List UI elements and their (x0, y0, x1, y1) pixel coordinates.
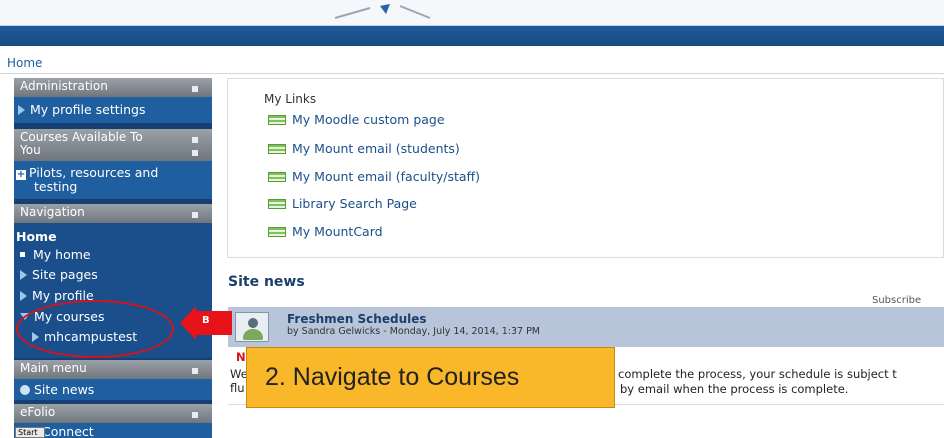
main-menu-block: Site news (14, 379, 212, 400)
link-icon (268, 172, 286, 182)
post-text-line: complete the process, your schedule is s… (618, 367, 897, 381)
nav-home-link[interactable]: Home (16, 229, 57, 244)
efolio-block-header[interactable]: eFolio (14, 404, 212, 431)
navigation-block-header[interactable]: Navigation (14, 204, 212, 231)
my-links-title: My Links (264, 92, 317, 106)
courses-available-block: + Pilots, resources and testing (14, 161, 212, 199)
link-my-mountcard[interactable]: My MountCard (268, 224, 383, 239)
avatar (235, 312, 269, 342)
start-button[interactable]: Start (15, 427, 45, 438)
efolio-title: eFolio (20, 405, 56, 419)
link-label: My Mount email (faculty/staff) (292, 169, 481, 184)
sidebar-item-pilots[interactable]: + Pilots, resources and (16, 165, 158, 180)
nav-item-site-pages[interactable]: Site pages (20, 267, 98, 282)
expand-plus-icon: + (16, 169, 26, 180)
site-news-heading: Site news (228, 274, 305, 290)
block-controls-icon[interactable] (192, 82, 206, 105)
link-my-mount-email-students[interactable]: My Mount email (students) (268, 141, 460, 156)
globe-icon (20, 385, 30, 395)
logo-fragment-icon (334, 4, 431, 19)
sidebar-item-label: Pilots, resources and (29, 165, 159, 180)
link-label: My Mount email (students) (292, 141, 460, 156)
nav-label: Site pages (32, 267, 98, 282)
post-text-line: by email when the process is complete. (620, 382, 849, 396)
block-controls-icon[interactable] (192, 408, 206, 431)
sidebar-item-my-profile-settings[interactable]: My profile settings (18, 102, 145, 117)
block-controls-icon[interactable] (192, 364, 206, 387)
sidebar-item-label: Site news (34, 382, 95, 397)
block-controls-icon[interactable] (192, 133, 206, 156)
sidebar-item-connect[interactable]: Connect (42, 424, 94, 438)
arrow-label: B (202, 315, 210, 326)
administration-block-header[interactable]: Administration (14, 78, 212, 105)
callout-text: 2. Navigate to Courses (265, 363, 520, 391)
sidebar-item-site-news[interactable]: Site news (20, 382, 94, 397)
nav-label: My home (33, 247, 91, 262)
courses-available-title-line2: You (20, 143, 41, 157)
link-my-moodle-custom-page[interactable]: My Moodle custom page (268, 112, 445, 127)
subscribe-link[interactable]: Subscribe (872, 295, 921, 306)
navigation-title: Navigation (20, 205, 85, 219)
sidebar-item-label: My profile settings (30, 102, 146, 117)
news-post-byline: by Sandra Gelwicks - Monday, July 14, 20… (287, 326, 540, 337)
link-library-search-page[interactable]: Library Search Page (268, 196, 417, 211)
main-menu-block-header[interactable]: Main menu (14, 360, 212, 387)
highlight-ellipse (16, 300, 174, 358)
breadcrumb-home-link[interactable]: Home (7, 56, 42, 70)
link-label: My MountCard (292, 224, 383, 239)
link-label: My Moodle custom page (292, 112, 445, 127)
sidebar: Administration My profile settings Cours… (14, 78, 212, 438)
bullet-icon (20, 252, 25, 257)
expand-arrow-icon (18, 105, 25, 115)
main-menu-title: Main menu (20, 361, 87, 375)
courses-available-title-line1: Courses Available To (20, 130, 143, 144)
instruction-callout: 2. Navigate to Courses (246, 347, 615, 408)
link-icon (268, 199, 286, 209)
link-my-mount-email-faculty[interactable]: My Mount email (faculty/staff) (268, 169, 480, 184)
link-icon (268, 115, 286, 125)
site-header (0, 0, 944, 26)
pointer-arrow-icon: B (180, 306, 232, 340)
expand-arrow-icon (20, 291, 27, 301)
news-post-title[interactable]: Freshmen Schedules (287, 312, 427, 326)
administration-title: Administration (20, 79, 108, 93)
courses-available-block-header[interactable]: Courses Available To You (14, 129, 212, 161)
administration-block: My profile settings (14, 97, 212, 123)
breadcrumb: Home (0, 46, 944, 74)
nav-item-my-home[interactable]: My home (20, 247, 91, 262)
link-icon (268, 227, 286, 237)
link-icon (268, 144, 286, 154)
expand-arrow-icon (20, 270, 27, 280)
sidebar-item-pilots-line2[interactable]: testing (34, 179, 77, 194)
block-controls-icon[interactable] (192, 208, 206, 231)
post-text-fragment: N (236, 350, 246, 364)
header-banner (0, 26, 944, 46)
post-text-fragment: flu (230, 381, 245, 395)
link-label: Library Search Page (292, 196, 417, 211)
